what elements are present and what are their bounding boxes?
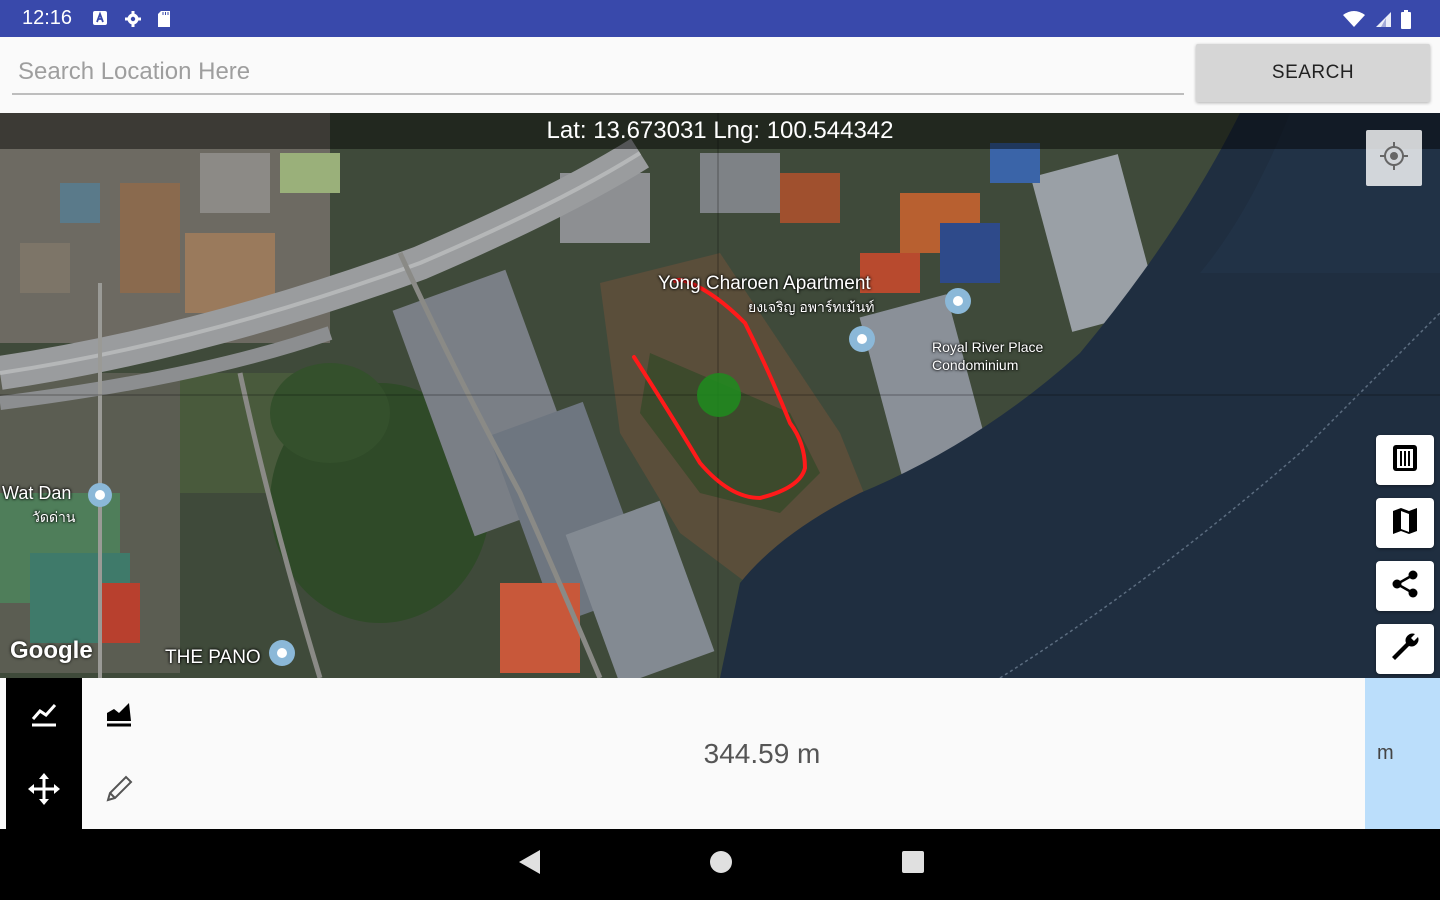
label-condo-line1: Royal River Place — [932, 339, 1044, 355]
search-button[interactable]: SEARCH — [1196, 44, 1430, 102]
unit-selector[interactable]: m — [1365, 678, 1440, 829]
move-mode-button[interactable] — [6, 753, 82, 828]
area-icon — [104, 699, 134, 733]
pencil-icon — [103, 773, 135, 809]
area-mode-button[interactable] — [82, 678, 156, 753]
label-pano: THE PANO — [165, 647, 261, 668]
label-condo-line2: Condominium — [932, 357, 1019, 373]
recents-button[interactable] — [898, 849, 928, 879]
measurement-value: 344.59 m — [703, 737, 821, 769]
search-input[interactable] — [12, 51, 1184, 95]
satellite-imagery — [0, 113, 1440, 678]
place-pin-temple — [88, 483, 112, 507]
mode-column — [6, 678, 82, 829]
label-temple-line2: วัดด่าน — [32, 509, 76, 525]
map-type-button[interactable] — [1376, 498, 1434, 548]
map-view[interactable]: Lat: 13.673031 Lng: 100.544342 Yong Char… — [0, 113, 1440, 678]
signal-icon — [1374, 10, 1392, 28]
back-button[interactable] — [514, 849, 544, 879]
distance-mode-button[interactable] — [6, 678, 82, 753]
a-icon — [92, 10, 110, 28]
label-apartment-thai: ยงเจริญ อพาร์ทเม้นท์ — [748, 299, 875, 315]
recents-icon — [901, 850, 925, 878]
settings-button[interactable] — [1376, 624, 1434, 674]
place-pin-condo — [945, 288, 971, 314]
trash-icon — [1390, 442, 1420, 478]
my-location-button[interactable] — [1366, 130, 1422, 186]
navigation-bar — [0, 829, 1440, 900]
sd-card-icon — [156, 10, 174, 28]
home-button[interactable] — [706, 849, 736, 879]
back-icon — [516, 848, 542, 880]
place-pin-pano — [269, 640, 295, 666]
gear-icon — [124, 10, 142, 28]
search-row: SEARCH — [0, 37, 1440, 113]
draw-button[interactable] — [82, 753, 156, 828]
status-icons-left — [92, 10, 174, 28]
share-icon — [1390, 569, 1420, 603]
wifi-icon — [1342, 10, 1366, 28]
app-screen: 12:16 SEARCH — [0, 0, 1440, 900]
share-button[interactable] — [1376, 561, 1434, 611]
label-temple-line1: Wat Dan — [2, 483, 72, 503]
label-apartment: Yong Charoen Apartment — [658, 273, 871, 294]
my-location-icon — [1379, 141, 1409, 175]
status-time: 12:16 — [22, 7, 73, 29]
status-icons-right — [1342, 9, 1418, 29]
delete-button[interactable] — [1376, 435, 1434, 485]
move-icon — [27, 772, 61, 810]
place-pin-apartment — [849, 326, 875, 352]
wrench-icon — [1389, 631, 1421, 667]
map-icon — [1390, 506, 1420, 540]
distance-icon — [29, 699, 59, 733]
home-icon — [708, 849, 734, 879]
measurement-panel: 344.59 m m — [0, 678, 1440, 829]
google-logo: Google — [10, 637, 93, 664]
status-bar: 12:16 — [0, 0, 1440, 37]
battery-icon — [1400, 9, 1418, 29]
coordinates-readout: Lat: 13.673031 Lng: 100.544342 — [0, 113, 1440, 149]
tool-column — [82, 678, 156, 829]
